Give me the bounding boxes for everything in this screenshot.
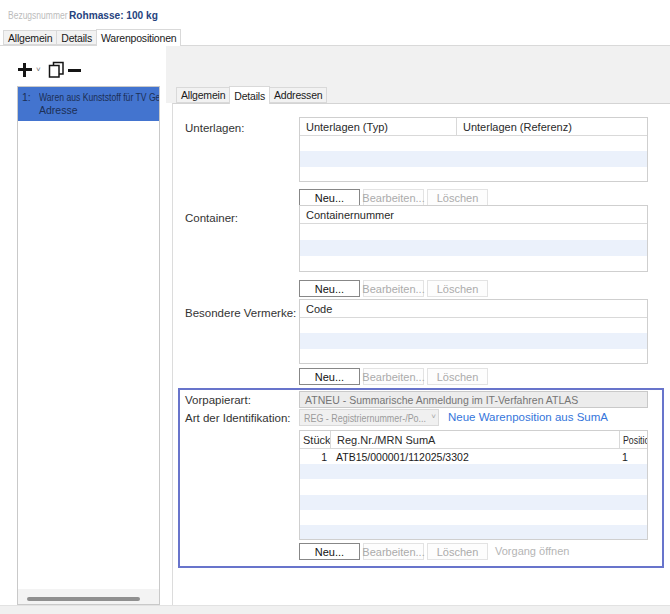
add-position-icon[interactable] [18,63,32,77]
position-list: 1:Waren aus Kunststoff für TV Gerä Adres… [17,86,160,605]
container-loeschen-button[interactable]: Löschen [427,280,488,297]
tab-details[interactable]: Details [56,30,97,45]
main-tab-bar: Allgemein Details Warenpositionen [3,29,180,46]
container-table: Containernummer [299,205,648,272]
vorpapierart-field: ATNEU - Summarische Anmeldung im IT-Verf… [299,391,648,408]
suma-table: Stück Reg.Nr./MRN SumA Positio... 1 ATB1… [299,430,648,540]
suma-neu-button[interactable]: Neu... [299,543,360,560]
suma-row-stueck: 1 [300,451,330,463]
empty-row [300,525,647,540]
container-label: Container: [185,212,238,224]
empty-row [300,510,647,525]
empty-row [300,479,647,494]
copy-position-icon[interactable] [47,61,65,83]
empty-row [300,256,647,272]
suma-bearbeiten-button[interactable]: Bearbeiten... [363,543,424,560]
container-col[interactable]: Containernummer [300,206,647,223]
empty-row [300,333,647,348]
position-list-item[interactable]: 1:Waren aus Kunststoff für TV Gerä Adres… [18,87,159,121]
tab-detail-details[interactable]: Details [229,86,270,104]
suma-col-stueck[interactable]: Stück [300,431,330,448]
vorpapierart-label: Vorpapierart: [185,394,251,406]
tab-warenpositionen[interactable]: Warenpositionen [96,29,181,46]
window-bottom-strip [0,605,670,614]
identifikation-value: REG - Registriernummer-/Po... [304,412,426,424]
unterlagen-col-referenz[interactable]: Unterlagen (Referenz) [456,118,647,135]
position-index: 1: [22,91,39,104]
suma-row[interactable]: 1 ATB15/000001/112025/3302 1 [300,449,647,464]
unterlagen-col-typ[interactable]: Unterlagen (Typ) [300,118,456,135]
suma-col-position-label: Positio... [623,434,647,446]
empty-row [300,318,647,333]
unterlagen-neu-button[interactable]: Neu... [299,189,360,206]
vorgang-oeffnen-button[interactable]: Vorgang öffnen [495,545,569,557]
vermerke-table: Code [299,299,648,364]
vermerke-col[interactable]: Code [300,300,647,317]
combo-chevron-icon: ˅ [429,412,436,421]
identifikation-combobox[interactable]: REG - Registriernummer-/Po... ˅ [299,409,439,426]
empty-row [300,136,647,151]
vermerke-neu-button[interactable]: Neu... [299,368,360,385]
add-dropdown-chevron-icon[interactable]: ˅ [36,65,41,74]
rohmasse-label: Rohmasse: 100 kg [69,9,158,21]
container-bearbeiten-button[interactable]: Bearbeiten... [363,280,424,297]
identifikation-label: Art der Identifikation: [185,412,290,424]
empty-row [300,167,647,182]
tab-detail-addressen[interactable]: Addressen [269,87,327,103]
tab-allgemein[interactable]: Allgemein [3,30,57,45]
suma-col-regnr[interactable]: Reg.Nr./MRN SumA [330,431,619,448]
unterlagen-table: Unterlagen (Typ) Unterlagen (Referenz) [299,117,648,182]
detail-tab-bar: Allgemein Details Addressen [176,86,326,104]
empty-row [300,349,647,364]
position-subtitle: Adresse [22,104,159,117]
suma-row-regnr: ATB15/000001/112025/3302 [330,451,619,463]
vermerke-bearbeiten-button[interactable]: Bearbeiten... [363,368,424,385]
vermerke-loeschen-button[interactable]: Löschen [427,368,488,385]
tab-detail-allgemein[interactable]: Allgemein [176,87,230,103]
vermerke-label: Besondere Vermerke: [185,307,296,319]
suma-col-position[interactable]: Positio... [619,431,647,448]
remove-position-icon[interactable] [68,69,81,72]
suma-loeschen-button[interactable]: Löschen [427,543,488,560]
empty-row [300,151,647,166]
unterlagen-bearbeiten-button[interactable]: Bearbeiten... [363,189,424,206]
suma-row-position: 1 [619,451,647,463]
unterlagen-loeschen-button[interactable]: Löschen [427,189,488,206]
horizontal-scrollbar-thumb[interactable] [27,597,140,601]
empty-row [300,495,647,510]
neue-warenposition-link[interactable]: Neue Warenposition aus SumA [448,411,608,423]
unterlagen-label: Unterlagen: [185,122,244,134]
empty-row [300,464,647,479]
container-neu-button[interactable]: Neu... [299,280,360,297]
empty-row [300,240,647,256]
bezugsnummer-label: Bezugsnummer [8,10,68,21]
position-title: Waren aus Kunststoff für TV Gerä [39,91,159,104]
empty-row [300,224,647,240]
